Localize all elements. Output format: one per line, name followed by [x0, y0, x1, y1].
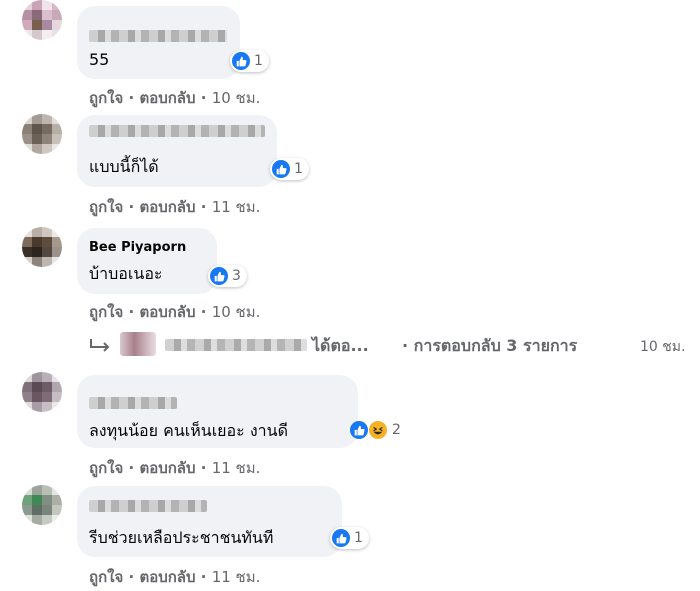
author-name-blurred[interactable]	[89, 30, 227, 42]
comment-text: บ้าบอเนอะ	[89, 264, 163, 283]
reply-arrow-icon	[90, 339, 110, 352]
replied-text[interactable]: ได้ตอ...	[312, 334, 369, 359]
timestamp[interactable]: 11 ชม.	[212, 568, 261, 586]
comment-bubble: ลงทุนน้อย คนเห็นเยอะ งานดี	[77, 375, 358, 448]
author-name-blurred[interactable]	[89, 397, 177, 409]
replier-name-blurred[interactable]	[165, 339, 307, 351]
timestamp[interactable]: 10 ชม.	[212, 89, 261, 107]
reply-link[interactable]: ตอบกลับ	[139, 459, 195, 477]
reply-link[interactable]: ตอบกลับ	[139, 89, 195, 107]
comment-text: รีบช่วยเหลือประชาชนทันที	[89, 528, 274, 547]
comment-bubble: แบบนี้ก็ได้	[77, 115, 277, 187]
comment-actions: ถูกใจ · ตอบกลับ · 11 ชม.	[89, 568, 261, 586]
reply-link[interactable]: ตอบกลับ	[139, 303, 195, 321]
reaction-count: 3	[232, 268, 241, 284]
reply-timestamp[interactable]: 10 ชม.	[640, 336, 685, 358]
like-icon	[210, 267, 228, 285]
reply-count[interactable]: · การตอบกลับ 3 รายการ	[402, 334, 577, 359]
like-link[interactable]: ถูกใจ	[89, 568, 123, 586]
reaction-badge[interactable]: 1	[230, 50, 269, 72]
avatar[interactable]	[22, 114, 62, 154]
reply-link[interactable]: ตอบกลับ	[139, 568, 195, 586]
reaction-count: 1	[294, 161, 303, 177]
like-link[interactable]: ถูกใจ	[89, 459, 123, 477]
view-replies-row[interactable]: ได้ตอ... · การตอบกลับ 3 รายการ 10 ชม.	[0, 330, 700, 360]
haha-icon	[368, 420, 388, 440]
comment-actions: ถูกใจ · ตอบกลับ · 10 ชม.	[89, 303, 261, 321]
comment-text: 55	[89, 50, 110, 69]
avatar[interactable]	[22, 0, 62, 40]
reaction-badge[interactable]: 2	[348, 419, 407, 441]
author-name[interactable]: Bee Piyaporn	[89, 240, 186, 255]
reaction-count: 1	[254, 53, 263, 69]
comment-text: ลงทุนน้อย คนเห็นเยอะ งานดี	[89, 421, 288, 440]
comment-text: แบบนี้ก็ได้	[89, 157, 159, 176]
like-icon	[272, 160, 290, 178]
reply-link[interactable]: ตอบกลับ	[139, 198, 195, 216]
comment-bubble: Bee Piyaporn บ้าบอเนอะ	[77, 228, 217, 294]
like-icon	[332, 529, 350, 547]
avatar[interactable]	[22, 227, 62, 267]
replier-avatar[interactable]	[120, 332, 156, 356]
timestamp[interactable]: 11 ชม.	[212, 198, 261, 216]
like-icon	[350, 421, 368, 439]
comment-bubble: รีบช่วยเหลือประชาชนทันที	[77, 486, 342, 557]
timestamp[interactable]: 10 ชม.	[212, 303, 261, 321]
reaction-badge[interactable]: 3	[208, 265, 247, 287]
comment-actions: ถูกใจ · ตอบกลับ · 11 ชม.	[89, 459, 261, 477]
author-name-blurred[interactable]	[89, 500, 207, 512]
comment-bubble: 55	[77, 6, 240, 79]
timestamp[interactable]: 11 ชม.	[212, 459, 261, 477]
avatar[interactable]	[22, 485, 62, 525]
author-name-blurred[interactable]	[89, 125, 265, 137]
like-link[interactable]: ถูกใจ	[89, 89, 123, 107]
like-link[interactable]: ถูกใจ	[89, 198, 123, 216]
reaction-badge[interactable]: 1	[330, 527, 369, 549]
comment-actions: ถูกใจ · ตอบกลับ · 11 ชม.	[89, 198, 261, 216]
avatar[interactable]	[22, 372, 62, 412]
comment-actions: ถูกใจ · ตอบกลับ · 10 ชม.	[89, 89, 261, 107]
like-icon	[232, 52, 250, 70]
reaction-count: 1	[354, 530, 363, 546]
reaction-count: 2	[392, 422, 401, 438]
reaction-badge[interactable]: 1	[270, 158, 309, 180]
like-link[interactable]: ถูกใจ	[89, 303, 123, 321]
